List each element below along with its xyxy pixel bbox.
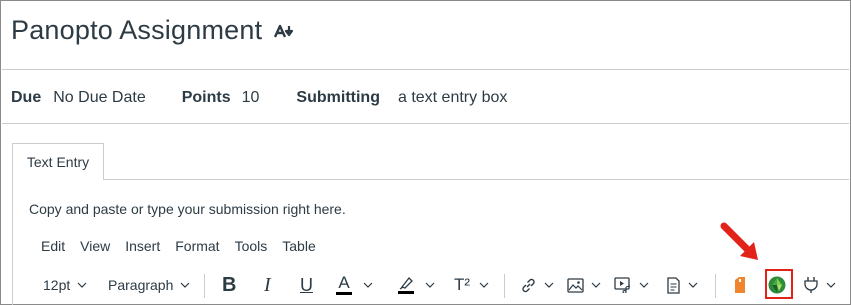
plugins-button[interactable] [803, 268, 836, 302]
due-value: No Due Date [53, 89, 146, 106]
toolbar-separator [204, 274, 205, 298]
font-size-select[interactable]: 12pt [43, 268, 87, 302]
submitting-label: Submitting [296, 89, 380, 106]
orange-tool-button[interactable] [733, 268, 747, 302]
orange-tool-icon [733, 276, 747, 294]
chevron-down-icon [425, 282, 435, 288]
points-label: Points [181, 89, 231, 106]
font-color-glyph: A [338, 273, 350, 292]
document-button[interactable] [666, 268, 698, 302]
font-color-icon: A [336, 273, 352, 295]
submitting-value: a text entry box [397, 89, 508, 106]
chevron-down-icon [688, 282, 698, 288]
document-icon [666, 276, 681, 294]
panel-border [12, 179, 13, 305]
chevron-down-icon [591, 282, 601, 288]
media-button[interactable] [614, 268, 649, 302]
submission-instructions: Copy and paste or type your submission r… [29, 201, 346, 217]
highlighter-icon [398, 276, 414, 294]
menu-tools[interactable]: Tools [235, 238, 268, 254]
menu-view[interactable]: View [80, 238, 110, 254]
block-format-value: Paragraph [108, 277, 174, 293]
assignment-details: Due No Due Date Points 10 Submitting a t… [11, 87, 507, 109]
link-button[interactable] [520, 268, 554, 302]
superscript-button[interactable]: T² [454, 268, 489, 302]
toolbar-separator [504, 274, 505, 298]
italic-icon: I [264, 273, 271, 296]
tab-text-entry[interactable]: Text Entry [12, 143, 104, 180]
image-button[interactable] [567, 268, 601, 302]
underline-icon: U [300, 274, 313, 295]
link-icon [520, 277, 537, 294]
title-row: Panopto Assignment [11, 12, 296, 48]
chevron-down-icon [479, 282, 489, 288]
points-value: 10 [241, 89, 260, 106]
menu-table[interactable]: Table [282, 238, 315, 254]
bold-button[interactable]: B [222, 268, 236, 302]
menu-edit[interactable]: Edit [41, 238, 65, 254]
toolbar-separator [715, 274, 716, 298]
font-size-value: 12pt [43, 277, 71, 293]
italic-button[interactable]: I [264, 268, 271, 302]
font-color-button[interactable]: A [336, 268, 373, 302]
panopto-highlight-box [765, 269, 793, 299]
editor-toolbar: 12pt Paragraph B I U A T² [30, 268, 845, 302]
highlight-color-button[interactable] [398, 268, 435, 302]
chevron-down-icon [180, 282, 190, 288]
block-format-select[interactable]: Paragraph [108, 268, 190, 302]
plug-icon [803, 276, 819, 294]
media-icon [614, 277, 632, 293]
tab-label: Text Entry [26, 154, 90, 170]
due-label: Due [11, 89, 42, 106]
chevron-down-icon [544, 282, 554, 288]
superscript-icon: T² [454, 275, 471, 294]
menu-format[interactable]: Format [175, 238, 219, 254]
divider [2, 123, 849, 124]
chevron-down-icon [639, 282, 649, 288]
image-icon [567, 277, 584, 293]
bold-icon: B [222, 273, 237, 296]
chevron-down-icon [826, 282, 836, 288]
page-title: Panopto Assignment [11, 14, 263, 45]
chevron-down-icon [363, 282, 373, 288]
callout-arrow-icon [720, 222, 758, 260]
immersive-reader-icon[interactable] [274, 23, 296, 39]
underline-button[interactable]: U [300, 268, 313, 302]
editor-menubar: Edit View Insert Format Tools Table [41, 238, 331, 254]
divider [2, 69, 849, 70]
menu-insert[interactable]: Insert [125, 238, 160, 254]
chevron-down-icon [77, 282, 87, 288]
tab-bar-line [12, 179, 849, 180]
